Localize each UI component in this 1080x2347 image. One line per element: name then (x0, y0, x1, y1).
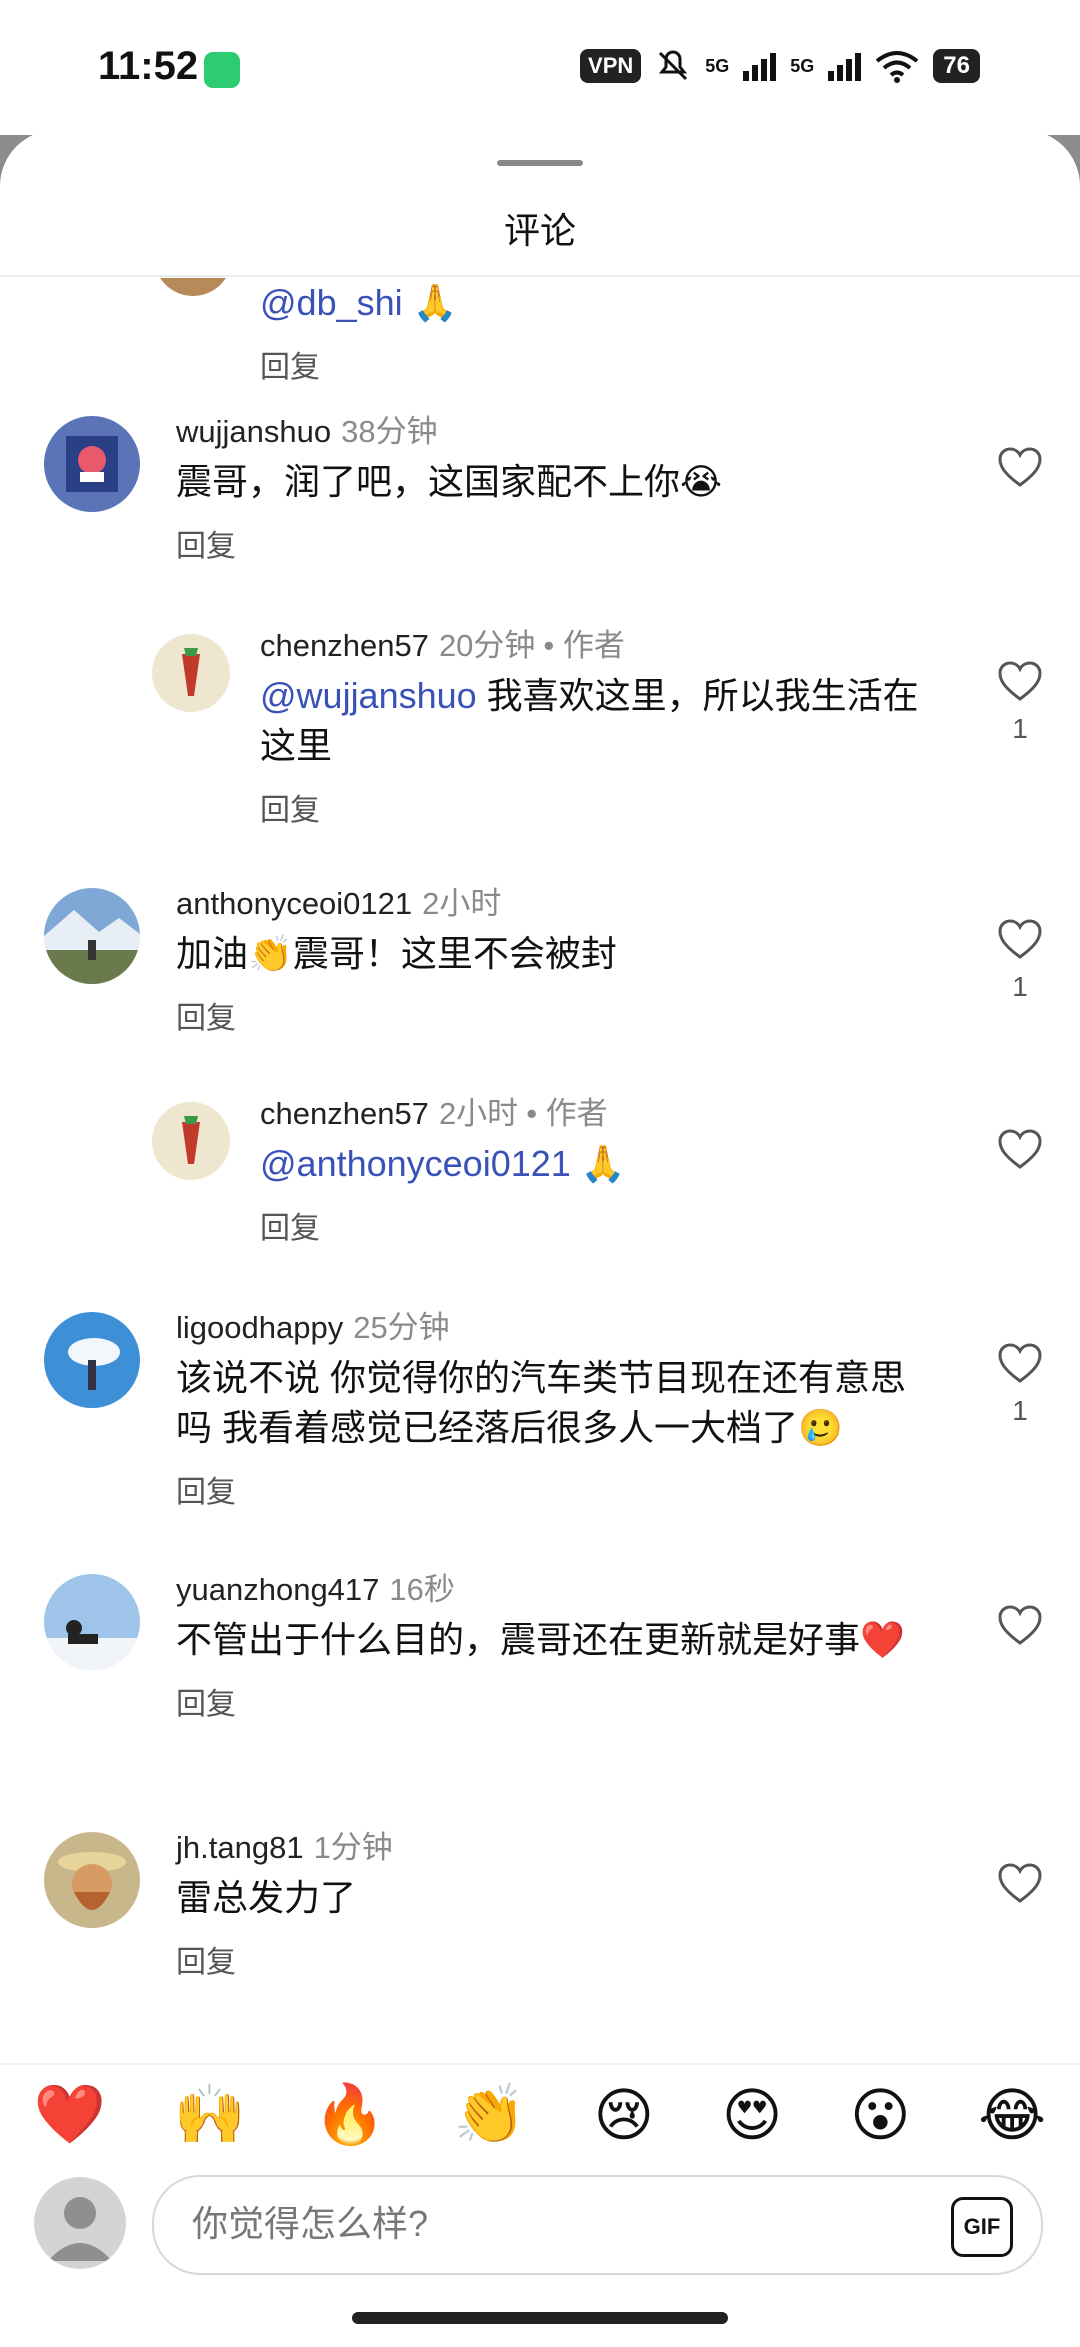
heart-icon[interactable] (997, 1862, 1043, 1904)
reaction-raised-hands[interactable]: 🙌 (174, 2081, 246, 2149)
comment-input[interactable] (190, 2195, 894, 2253)
comment-text: 🙏 (570, 1143, 626, 1184)
user-avatar[interactable] (34, 2177, 126, 2269)
reaction-crying[interactable]: 😢 (594, 2081, 654, 2149)
username[interactable]: chenzhen57 (260, 1096, 429, 1131)
avatar[interactable] (152, 1102, 230, 1180)
mute-icon (659, 50, 688, 81)
like-button[interactable]: 1 (990, 918, 1050, 1003)
avatar[interactable] (44, 1574, 140, 1670)
username[interactable]: chenzhen57 (260, 628, 429, 663)
comment-text: 不管出于什么目的，震哥还在更新就是好事❤️ (176, 1619, 905, 1660)
comment-composer[interactable]: GIF (152, 2175, 1043, 2275)
status-bar: 11:52 VPN 5G 5G 76 (0, 0, 1080, 135)
comment-time: 38分钟 (341, 414, 438, 449)
comment-text: 震哥，润了吧，这国家配不上你😭 (176, 461, 723, 502)
divider (0, 275, 1080, 277)
avatar[interactable] (152, 634, 230, 712)
reply-button[interactable]: 回复 (176, 1679, 916, 1723)
reply-button[interactable]: 回复 (260, 1203, 920, 1247)
author-badge: • 作者 (526, 1096, 608, 1131)
reaction-fire[interactable]: 🔥 (314, 2081, 386, 2149)
heart-icon[interactable] (997, 1342, 1043, 1384)
heart-icon[interactable] (997, 660, 1043, 702)
avatar[interactable] (44, 1312, 140, 1408)
username[interactable]: anthonyceoi0121 (176, 886, 412, 921)
home-indicator (352, 2312, 728, 2324)
avatar[interactable] (44, 416, 140, 512)
heart-icon[interactable] (997, 446, 1043, 488)
reaction-bar: ❤️ 🙌 🔥 👏 😢 😍 😮 😂 (0, 2063, 1080, 2165)
status-icons: VPN 5G 5G 76 (580, 48, 980, 84)
username[interactable]: yuanzhong417 (176, 1572, 379, 1607)
comment-text: 🙏 (412, 282, 458, 323)
mention-link[interactable]: @db_shi (260, 282, 403, 323)
comment-time: 20分钟 (438, 628, 536, 663)
reply-button[interactable]: 回复 (176, 521, 916, 565)
username[interactable]: ligoodhappy (176, 1310, 343, 1345)
reaction-clap[interactable]: 👏 (454, 2081, 526, 2149)
like-button[interactable] (990, 278, 1050, 287)
drag-handle[interactable] (497, 160, 583, 166)
comment-time: 16秒 (389, 1572, 455, 1607)
signal-icon (828, 51, 862, 81)
reply-button[interactable]: 回复 (176, 1467, 916, 1511)
gif-button[interactable]: GIF (951, 2197, 1013, 2257)
like-button[interactable] (990, 446, 1050, 499)
comment-text: 雷总发力了 (176, 1877, 357, 1918)
sheet-title: 评论 (503, 210, 576, 251)
heart-icon[interactable] (997, 918, 1043, 960)
avatar[interactable] (44, 1832, 140, 1928)
reaction-surprised[interactable]: 😮 (850, 2081, 910, 2149)
chevron-down-icon[interactable] (1000, 278, 1040, 282)
like-button[interactable] (990, 1862, 1050, 1915)
vpn-icon: VPN (580, 49, 642, 83)
like-button[interactable]: 1 (990, 1342, 1050, 1427)
mention-link[interactable]: @anthonyceoi0121 (260, 1143, 571, 1184)
signal-icon (743, 51, 777, 81)
reply-button[interactable]: 回复 (260, 785, 920, 829)
wifi-icon (876, 51, 919, 83)
heart-icon[interactable] (997, 1604, 1043, 1646)
reaction-laughing[interactable]: 😂 (978, 2081, 1046, 2149)
battery-saver-icon (204, 52, 240, 88)
comment-time: 2小时 (422, 886, 502, 921)
like-button[interactable]: 1 (990, 660, 1050, 745)
reply-button[interactable]: 回复 (176, 993, 916, 1037)
network-type-2: 5G (790, 55, 815, 76)
comment-text: 该说不说 你觉得你的汽车类节目现在还有意思吗 我看着感觉已经落后很多人一大档了🥲 (176, 1357, 907, 1448)
reply-button[interactable]: 回复 (260, 342, 457, 386)
comments-sheet: 评论 @db_shi 🙏 回复 wujjanshuo 38分钟 震哥，润了吧，这国… (0, 130, 1080, 2347)
like-button[interactable] (990, 1604, 1050, 1657)
author-badge: • 作者 (543, 628, 625, 663)
heart-icon[interactable] (997, 1128, 1043, 1170)
battery-icon: 76 (933, 49, 980, 83)
comment-time: 2小时 (438, 1096, 519, 1131)
comment-list[interactable]: @db_shi 🙏 回复 wujjanshuo 38分钟 震哥，润了吧，这国家配不… (0, 278, 1080, 2190)
comment-time: 1分钟 (313, 1830, 393, 1865)
reaction-heart-eyes[interactable]: 😍 (722, 2081, 782, 2149)
comment-text: 加油👏震哥！这里不会被封 (176, 933, 617, 974)
like-button[interactable] (990, 1128, 1050, 1181)
like-count: 1 (1012, 713, 1028, 744)
network-type-1: 5G (705, 55, 730, 76)
reply-button[interactable]: 回复 (176, 1937, 916, 1981)
avatar[interactable] (44, 888, 140, 984)
mention-link[interactable]: @wujjanshuo (260, 675, 477, 716)
like-count: 1 (1012, 1395, 1028, 1426)
avatar[interactable] (154, 278, 232, 296)
comment-time: 25分钟 (353, 1310, 450, 1345)
username[interactable]: wujjanshuo (176, 414, 331, 449)
status-time: 11:52 (98, 44, 199, 88)
like-count: 1 (1012, 971, 1028, 1002)
username[interactable]: jh.tang81 (176, 1830, 304, 1865)
reaction-heart[interactable]: ❤️ (34, 2081, 106, 2149)
